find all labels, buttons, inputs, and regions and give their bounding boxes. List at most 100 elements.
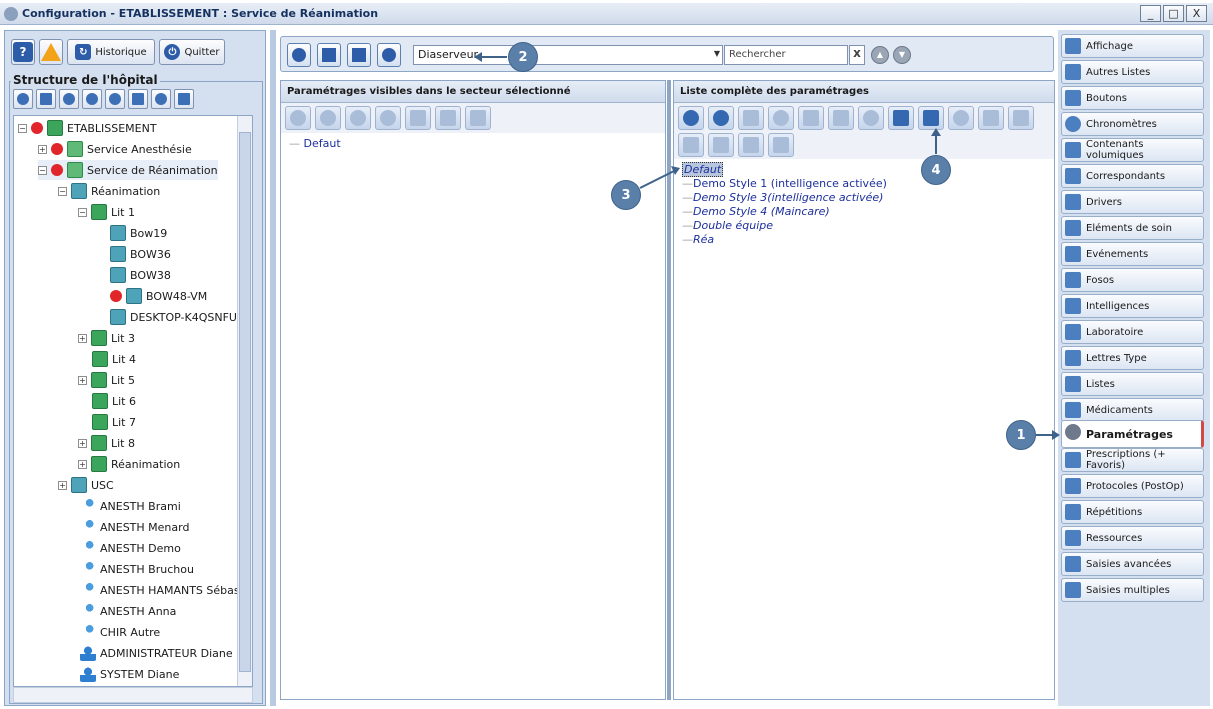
tree-node[interactable]: ADMINISTRATEUR Diane [80,643,233,663]
tree-node[interactable]: + Lit 3 [78,328,135,348]
sidebar-item-intelligences[interactable]: Intelligences [1061,294,1204,318]
help-small-icon[interactable] [151,89,171,109]
remove-button[interactable] [315,106,341,130]
add-setting-button[interactable] [678,106,704,130]
sidebar-item-laboratoire[interactable]: Laboratoire [1061,320,1204,344]
tree-node[interactable]: ANESTH Brami [80,496,181,516]
zoom-icon[interactable] [82,89,102,109]
move-up-button[interactable] [345,106,371,130]
copy-button[interactable] [798,106,824,130]
list-item-selected[interactable]: Defaut [682,162,724,177]
tree-node[interactable]: + Lit 8 [78,433,135,453]
refresh-icon[interactable] [13,89,33,109]
export-icon[interactable] [174,89,194,109]
help-button[interactable]: ? [11,39,35,65]
sidebar-item-ressources[interactable]: Ressources [1061,526,1204,550]
sidebar-item-medicaments[interactable]: Médicaments [1061,398,1204,422]
expand-icon[interactable]: + [58,480,67,490]
list-item[interactable]: —Demo Style 1 (intelligence activée) [682,177,887,190]
user-icon[interactable] [59,89,79,109]
search-zoom-button[interactable] [377,43,401,67]
tree-node[interactable]: − Réanimation [58,181,160,201]
tree-node[interactable]: ANESTH HAMANTS Sébastien [80,580,252,600]
tree-node[interactable]: ANESTH Anna [80,601,176,621]
refresh-button[interactable] [287,43,311,67]
close-button[interactable]: X [1186,5,1207,22]
link-button[interactable] [858,106,884,130]
maximize-button[interactable]: □ [1163,5,1184,22]
tree-node[interactable]: + USC [58,475,114,495]
warning-button[interactable] [39,39,63,65]
expand-icon[interactable]: + [78,459,87,469]
tree-node-selected[interactable]: − Service de Réanimation [38,160,218,180]
sidebar-item-drivers[interactable]: Drivers [1061,190,1204,214]
collapse-icon[interactable]: − [58,186,67,196]
tree-node[interactable]: Lit 7 [92,412,136,432]
list-item[interactable]: — Defaut [289,137,341,150]
tree-node[interactable]: BOW48-VM [110,286,207,306]
expand-icon[interactable]: + [78,438,87,448]
tree-node[interactable]: Bow19 [110,223,167,243]
server-dropdown[interactable]: Diaserveur ▼ [413,45,723,65]
select-setting-button[interactable] [978,106,1004,130]
grid-button[interactable] [768,133,794,157]
sidebar-item-chronometres[interactable]: Chronomètres [1061,112,1204,136]
sidebar-item-fosos[interactable]: Fosos [1061,268,1204,292]
sidebar-item-affichage[interactable]: Affichage [1061,34,1204,58]
tree-node[interactable]: − ETABLISSEMENT [18,118,157,138]
minimize-button[interactable]: _ [1140,5,1161,22]
tree-node[interactable]: ANESTH Menard [80,517,189,537]
export-setting-button[interactable] [1008,106,1034,130]
list-item[interactable]: —Réa [682,233,714,246]
tree-node[interactable]: Lit 4 [92,349,136,369]
quitter-button[interactable]: ⏻ Quitter [159,39,225,65]
paste-button[interactable] [828,106,854,130]
sidebar-item-contenants[interactable]: Contenants volumiques [1061,138,1204,162]
tree-node[interactable]: + Service Anesthésie [38,139,192,159]
tree-node[interactable]: SYSTEM Diane [80,664,179,684]
tree-horizontal-scrollbar[interactable] [13,687,253,703]
sidebar-item-prescriptions[interactable]: Prescriptions (+ Favoris) [1061,448,1204,472]
tree-node[interactable]: BOW38 [110,265,171,285]
history-button[interactable] [738,106,764,130]
sidebar-item-autres-listes[interactable]: Autres Listes [1061,60,1204,84]
tree-view-button[interactable] [317,43,341,67]
add-icon[interactable] [105,89,125,109]
font-button[interactable] [888,106,914,130]
list-item[interactable]: —Demo Style 4 (Maincare) [682,205,830,218]
select-button[interactable] [465,106,491,130]
hospital-tree[interactable]: − ETABLISSEMENT + Service Anesthésie − Serv… [13,115,253,687]
tree-node[interactable]: − Lit 1 [78,202,135,222]
import-button[interactable] [678,133,704,157]
expand-icon[interactable]: + [78,333,87,343]
refresh-setting-button[interactable] [948,106,974,130]
expand-icon[interactable]: + [38,144,47,154]
organize-button[interactable] [347,43,371,67]
tree-node[interactable]: Lit 6 [92,391,136,411]
tree-node[interactable]: ANESTH Bruchou [80,559,194,579]
sidebar-item-listes[interactable]: Listes [1061,372,1204,396]
historique-button[interactable]: ↻ Historique [67,39,155,65]
tree-node[interactable]: + Réanimation [78,454,180,474]
panel-splitter[interactable] [270,30,276,706]
collapse-icon[interactable]: − [18,123,27,133]
list-item[interactable]: —Demo Style 3(intelligence activée) [682,191,883,204]
sidebar-item-correspondants[interactable]: Correspondants [1061,164,1204,188]
list-item[interactable]: —Double équipe [682,219,773,232]
add-button[interactable] [285,106,311,130]
expand-icon[interactable]: + [78,375,87,385]
sidebar-item-repetitions[interactable]: Répétitions [1061,500,1204,524]
edit-setting-button[interactable] [918,106,944,130]
sidebar-item-boutons[interactable]: Boutons [1061,86,1204,110]
sidebar-item-lettres-type[interactable]: Lettres Type [1061,346,1204,370]
globe-button[interactable] [768,106,794,130]
tree-node[interactable]: DESKTOP-K4QSNFU [110,307,237,327]
tree-icon[interactable] [36,89,56,109]
collapse-icon[interactable]: − [78,207,87,217]
tree-node[interactable]: + Lit 5 [78,370,135,390]
search-input[interactable]: Rechercher x [724,45,865,65]
sort-button[interactable] [405,106,431,130]
sidebar-item-elements-de-soin[interactable]: Eléments de soin [1061,216,1204,240]
calculator-button[interactable] [738,133,764,157]
move-down-button[interactable] [375,106,401,130]
